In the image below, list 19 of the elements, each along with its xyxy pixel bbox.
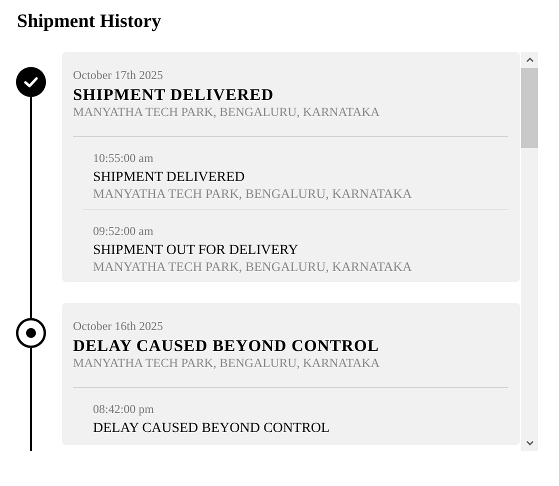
- event-status: SHIPMENT OUT FOR DELIVERY: [93, 242, 300, 259]
- location-text: MANYATHA TECH PARK, BENGALURU, KARNATAKA: [93, 259, 413, 274]
- location-text: MANYATHA TECH PARK, BENGALURU, KARNATAKA: [73, 105, 381, 120]
- time-label: 09:52:00 am: [93, 224, 154, 239]
- date-label: October 16th 2025: [73, 319, 164, 334]
- status-heading: DELAY CAUSED BEYOND CONTROL: [73, 336, 380, 356]
- event-status: SHIPMENT DELIVERED: [93, 169, 246, 186]
- time-label: 08:42:00 pm: [93, 402, 156, 417]
- page-title: Shipment History: [16, 10, 162, 34]
- scroll-down-icon[interactable]: [524, 439, 534, 447]
- scroll-up-icon[interactable]: [524, 56, 534, 64]
- date-label: October 17th 2025: [73, 68, 164, 83]
- status-heading: SHIPMENT DELIVERED: [73, 85, 275, 105]
- scrollbar[interactable]: [521, 52, 538, 451]
- scrollbar-thumb[interactable]: [521, 68, 538, 148]
- location-text: MANYATHA TECH PARK, BENGALURU, KARNATAKA: [73, 356, 381, 371]
- time-label: 10:55:00 am: [93, 151, 154, 166]
- event-status: DELAY CAUSED BEYOND CONTROL: [93, 420, 331, 437]
- location-text: MANYATHA TECH PARK, BENGALURU, KARNATAKA: [93, 186, 413, 201]
